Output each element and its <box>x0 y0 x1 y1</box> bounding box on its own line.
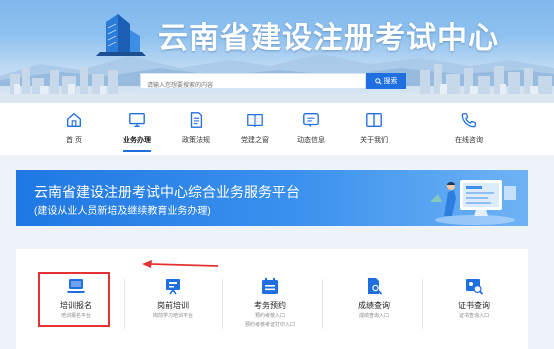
search-button-label: 搜索 <box>383 78 398 85</box>
book-icon <box>247 113 263 127</box>
message-icon <box>303 113 319 128</box>
document-icon <box>190 112 203 128</box>
nav-item-policy[interactable]: 政策法规 <box>171 111 221 151</box>
service-title: 培训报名 <box>60 301 92 310</box>
nav-item-label: 首 页 <box>66 137 82 144</box>
phone-icon <box>461 113 476 128</box>
nav-item-label: 政策法规 <box>182 137 210 144</box>
nav-item-label: 党建之窗 <box>241 137 269 144</box>
panel-icon <box>366 113 382 127</box>
service-subtitle: 培训报名平台 <box>60 313 91 319</box>
divider <box>422 279 423 329</box>
logo-building-icon <box>96 14 146 56</box>
banner-subtitle: (建设从业人员新培及继续教育业务办理) <box>34 206 211 217</box>
service-title: 成绩查询 <box>358 301 390 310</box>
service-certificate-query[interactable]: 证书查询 证书查询入口 <box>434 276 514 320</box>
divider <box>222 279 223 329</box>
main-nav: 首 页 业务办理 政策法规 党建之窗 动态信息 关于我们 在线咨询 <box>0 103 554 155</box>
search-input[interactable] <box>141 79 365 93</box>
divider <box>322 279 323 329</box>
service-subtitle-secondary: 预约考核考证打印入口 <box>244 322 295 328</box>
arrow-left-icon <box>142 260 219 268</box>
search-field[interactable] <box>140 73 366 93</box>
calendar-icon <box>262 278 278 294</box>
nav-item-label: 关于我们 <box>360 137 388 144</box>
services-card: 培训报名 培训报名平台 岗前培训 岗前学习培训平台 考务预约 预约考核入口 预约… <box>16 249 528 349</box>
nav-item-label: 动态信息 <box>297 137 325 144</box>
nav-item-about[interactable]: 关于我们 <box>349 111 399 151</box>
service-training-signup[interactable]: 培训报名 培训报名平台 <box>36 276 116 320</box>
nav-item-consult[interactable]: 在线咨询 <box>444 111 494 151</box>
service-title: 考务预约 <box>254 301 286 310</box>
nav-item-label: 在线咨询 <box>455 137 483 144</box>
search-button[interactable]: 搜索 <box>366 73 406 89</box>
certificate-search-icon <box>466 279 484 295</box>
nav-item-home[interactable]: 首 页 <box>49 111 99 151</box>
service-subtitle: 岗前学习培训平台 <box>152 313 193 319</box>
nav-item-news[interactable]: 动态信息 <box>286 111 336 151</box>
service-title: 岗前培训 <box>157 301 189 310</box>
nav-item-party[interactable]: 党建之窗 <box>230 111 280 151</box>
laptop-icon <box>67 279 85 293</box>
active-nav-indicator <box>123 150 151 152</box>
computer-illustration-icon <box>430 180 516 225</box>
site-title: 云南省建设注册考试中心 <box>158 22 499 55</box>
service-subtitle: 证书查询入口 <box>458 313 489 319</box>
banner-title: 云南省建设注册考试中心综合业务服务平台 <box>34 184 300 200</box>
service-subtitle: 预约考核入口 <box>254 313 285 319</box>
nav-item-label: 业务办理 <box>123 137 151 144</box>
presentation-icon <box>166 279 180 295</box>
service-pre-job-training[interactable]: 岗前培训 岗前学习培训平台 <box>133 276 213 320</box>
divider <box>124 279 125 329</box>
service-exam-appointment[interactable]: 考务预约 预约考核入口 预约考核考证打印入口 <box>230 276 310 329</box>
service-score-query[interactable]: 成绩查询 成绩查询入口 <box>334 276 414 320</box>
hero-header: 云南省建设注册考试中心 搜索 <box>0 0 554 103</box>
platform-banner: 云南省建设注册考试中心综合业务服务平台 (建设从业人员新培及继续教育业务办理) <box>16 170 528 226</box>
service-title: 证书查询 <box>458 301 490 310</box>
service-subtitle: 成绩查询入口 <box>358 313 389 319</box>
monitor-icon <box>129 113 145 127</box>
doc-search-icon <box>368 278 383 295</box>
nav-item-business[interactable]: 业务办理 <box>112 111 162 151</box>
search-icon <box>374 77 382 85</box>
home-icon <box>67 113 81 127</box>
